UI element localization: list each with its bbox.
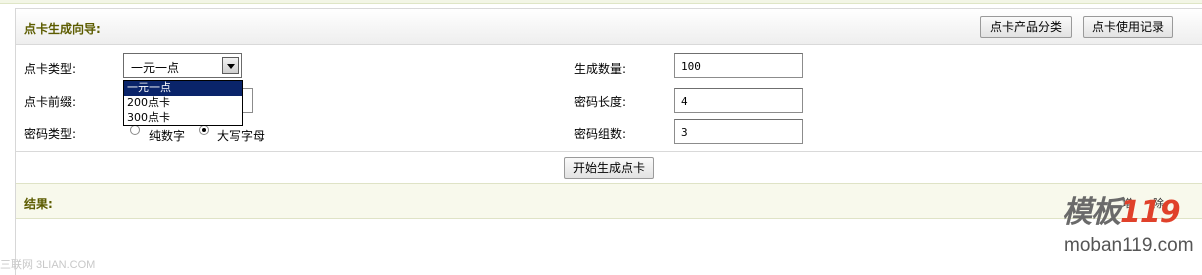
result-title: 结果: — [24, 197, 53, 211]
password-length-field[interactable]: 4 — [674, 88, 803, 113]
card-type-selected-value: 一元一点 — [131, 61, 180, 75]
card-prefix-label: 点卡前缀: — [24, 95, 77, 109]
card-type-label: 点卡类型: — [24, 62, 77, 76]
watermark-text: 三联网 3LIAN.COM — [0, 259, 96, 271]
quantity-label: 生成数量: — [574, 62, 627, 76]
moban119-logo: 模板119 moban119.com — [1062, 185, 1202, 275]
generate-cards-button[interactable]: 开始生成点卡 — [564, 157, 654, 179]
page-title: 点卡生成向导: — [24, 22, 101, 36]
password-length-label: 密码长度: — [574, 95, 627, 109]
quantity-field[interactable]: 100 — [674, 53, 803, 78]
chevron-down-icon[interactable] — [222, 57, 239, 74]
card-category-button[interactable]: 点卡产品分类 — [980, 16, 1072, 38]
card-prefix-field[interactable] — [242, 88, 253, 113]
dropdown-option[interactable]: 200点卡 — [124, 96, 242, 111]
dropdown-option[interactable]: 300点卡 — [124, 111, 242, 126]
card-records-button[interactable]: 点卡使用记录 — [1083, 16, 1173, 38]
logo-text: 模板 — [1062, 195, 1121, 230]
card-generator-panel: 点卡生成向导: 点卡产品分类 点卡使用记录 点卡类型: 一元一点 一元一点 20… — [15, 8, 1202, 275]
result-bar: 结果: 增 除 — [16, 183, 1202, 219]
password-type-label: 密码类型: — [24, 127, 77, 141]
logo-number: 119 — [1120, 195, 1181, 230]
logo-mark: 模板119 — [1062, 187, 1181, 231]
radio-uppercase-label: 大写字母 — [217, 129, 266, 143]
password-groups-field[interactable]: 3 — [674, 119, 803, 144]
top-accent-line — [0, 0, 1202, 4]
radio-uppercase[interactable] — [199, 125, 209, 135]
dropdown-option[interactable]: 一元一点 — [124, 81, 242, 96]
logo-domain: moban119.com — [1064, 235, 1194, 256]
radio-numeric[interactable] — [130, 125, 140, 135]
divider — [16, 151, 1202, 152]
radio-numeric-label: 纯数字 — [149, 129, 186, 143]
card-type-select[interactable]: 一元一点 — [123, 53, 242, 78]
panel-header: 点卡生成向导: 点卡产品分类 点卡使用记录 — [16, 8, 1202, 45]
card-type-dropdown[interactable]: 一元一点 200点卡 300点卡 — [123, 80, 243, 126]
password-groups-label: 密码组数: — [574, 127, 627, 141]
